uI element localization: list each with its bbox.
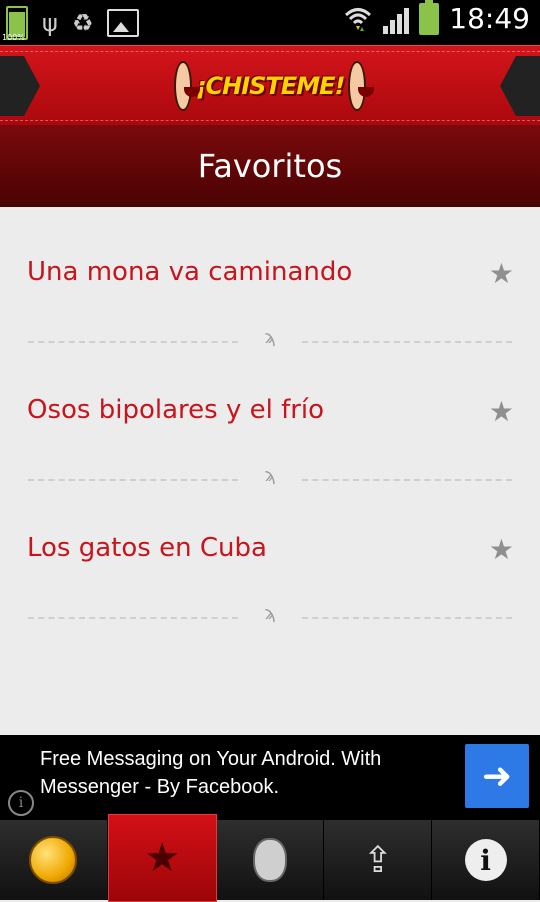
item-separator: ϡ: [28, 603, 512, 627]
status-bar: 100% ψ ♻ 18:49: [0, 0, 540, 45]
ad-info-icon[interactable]: i: [8, 790, 34, 816]
tab-jokes[interactable]: [217, 820, 325, 900]
bottom-tab-bar: ★ ⇪ i: [0, 814, 540, 902]
app-header: ¡CHISTEME!: [0, 45, 540, 126]
battery-icon: [419, 0, 440, 35]
tab-favorites[interactable]: ★: [107, 814, 217, 902]
list-item[interactable]: Una mona va caminando ★ ϡ: [0, 207, 540, 348]
nav-back-arrow[interactable]: [0, 56, 40, 116]
status-left-icons: 100% ψ ♻: [2, 6, 140, 42]
tab-upload[interactable]: ⇪: [324, 820, 433, 900]
tab-coins[interactable]: [0, 820, 108, 900]
favorite-star-icon[interactable]: ★: [489, 535, 514, 565]
usb-icon: ψ: [42, 9, 58, 37]
signal-icon: [383, 4, 410, 34]
logo-face-right-icon: [348, 61, 374, 111]
ad-banner[interactable]: Free Messaging on Your Android. With Mes…: [0, 735, 540, 820]
recycle-icon: ♻: [71, 9, 94, 37]
wifi-icon: [345, 7, 372, 31]
star-icon: ★: [144, 835, 181, 881]
status-right-icons: 18:49: [343, 0, 530, 35]
list-item-title[interactable]: Los gatos en Cuba: [27, 533, 267, 563]
battery-small-icon: 100%: [2, 6, 28, 42]
image-icon: [107, 9, 140, 37]
page-title: Favoritos: [197, 147, 343, 185]
info-icon: i: [464, 839, 507, 881]
favorite-star-icon[interactable]: ★: [489, 397, 514, 427]
ad-text[interactable]: Free Messaging on Your Android. With Mes…: [40, 745, 440, 801]
tab-info[interactable]: i: [432, 820, 540, 900]
upload-icon: ⇪: [362, 839, 393, 881]
logo-text: ¡CHISTEME!: [195, 72, 346, 100]
ad-arrow-button[interactable]: ➜: [465, 744, 529, 808]
app-logo: ¡CHISTEME!: [170, 58, 374, 114]
list-item[interactable]: Los gatos en Cuba ★ ϡ: [0, 483, 540, 624]
list-item-title[interactable]: Osos bipolares y el frío: [27, 395, 324, 425]
logo-face-left-icon: [174, 61, 200, 111]
favorites-list: Una mona va caminando ★ ϡ Osos bipolares…: [0, 207, 540, 735]
favorite-star-icon[interactable]: ★: [489, 259, 514, 289]
nav-forward-arrow[interactable]: [500, 56, 540, 116]
coin-icon: [29, 836, 78, 884]
battery-percent: 100%: [2, 33, 25, 42]
list-item-title[interactable]: Una mona va caminando: [27, 257, 352, 287]
list-item[interactable]: Osos bipolares y el frío ★ ϡ: [0, 345, 540, 486]
status-clock: 18:49: [449, 2, 530, 35]
jester-face-icon: [252, 838, 287, 882]
page-title-bar: Favoritos: [0, 125, 540, 207]
jester-mini-icon: ϡ: [264, 603, 276, 624]
